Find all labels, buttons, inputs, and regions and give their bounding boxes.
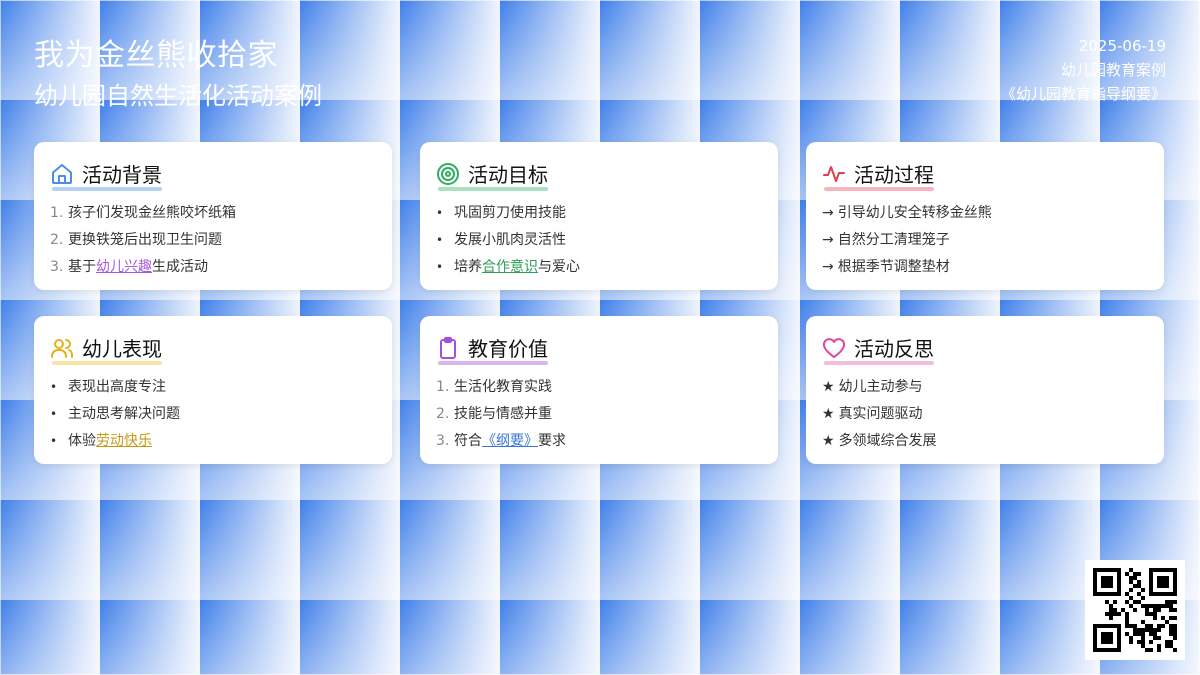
card-background: 活动背景 1. 孩子们发现金丝熊咬坏纸箱 2. 更换铁笼后出现卫生问题 3. 基于 幼儿… <box>34 142 392 290</box>
card-header: 活动背景 <box>50 159 376 191</box>
list-item: • 主动思考解决问题 <box>50 401 376 428</box>
card-title: 活动背景 <box>52 159 162 191</box>
card-title: 活动目标 <box>438 159 548 191</box>
card-title: 活动过程 <box>824 159 934 191</box>
list-item: • 表现出高度专注 <box>50 374 376 401</box>
item-text: 真实问题驱动 <box>838 406 923 422</box>
card-goals: 活动目标 • 巩固剪刀使用技能 • 发展小肌肉灵活性 • 培养 合作意识 与爱心 <box>420 142 778 290</box>
card-title: 教育价值 <box>438 333 548 365</box>
list-item: ★ 多领域综合发展 <box>822 428 1148 455</box>
target-icon <box>436 162 460 186</box>
header-meta: 2025-06-19 幼儿园教育案例 《幼儿园教育指导纲要》 <box>1001 34 1166 106</box>
card-list: 1. 孩子们发现金丝熊咬坏纸箱 2. 更换铁笼后出现卫生问题 3. 基于 幼儿兴趣 生成活… <box>50 200 376 281</box>
qr-code-image <box>1093 568 1177 652</box>
card-header: 幼儿表现 <box>50 333 376 365</box>
list-item: → 自然分工清理笼子 <box>822 227 1148 254</box>
card-list: • 巩固剪刀使用技能 • 发展小肌肉灵活性 • 培养 合作意识 与爱心 <box>436 200 762 281</box>
item-marker: 1. <box>50 205 64 221</box>
category-label: 幼儿园教育案例 <box>1060 61 1166 79</box>
list-item: 2. 更换铁笼后出现卫生问题 <box>50 227 376 254</box>
item-text: 发展小肌肉灵活性 <box>454 232 566 248</box>
item-marker: 3. <box>436 433 450 449</box>
list-item: • 培养 合作意识 与爱心 <box>436 254 762 281</box>
item-text: 多领域综合发展 <box>838 433 937 449</box>
item-marker: ★ <box>822 433 835 449</box>
item-marker: • <box>436 206 444 220</box>
item-text-after: 要求 <box>538 433 566 449</box>
card-header: 活动反思 <box>822 333 1148 365</box>
list-item: 1. 孩子们发现金丝熊咬坏纸箱 <box>50 200 376 227</box>
item-marker: ★ <box>822 406 835 422</box>
item-marker: • <box>50 434 58 448</box>
list-item: → 根据季节调整垫材 <box>822 254 1148 281</box>
item-text: 基于 <box>68 259 96 275</box>
item-marker: ★ <box>822 379 835 395</box>
card-title: 活动反思 <box>824 333 934 365</box>
item-text-after: 与爱心 <box>538 259 580 275</box>
card-header: 活动目标 <box>436 159 762 191</box>
page-subtitle: 幼儿园自然生活化活动案例 <box>34 82 322 110</box>
clipboard-icon <box>436 336 460 360</box>
item-text: 技能与情感并重 <box>454 406 552 422</box>
item-marker: → <box>822 205 834 221</box>
list-item: 1. 生活化教育实践 <box>436 374 762 401</box>
item-marker: → <box>822 232 834 248</box>
activity-icon <box>822 162 846 186</box>
list-item: ★ 幼儿主动参与 <box>822 374 1148 401</box>
item-marker: • <box>50 407 58 421</box>
item-text: 巩固剪刀使用技能 <box>454 205 566 221</box>
item-marker: 3. <box>50 259 64 275</box>
highlight-text: 合作意识 <box>482 259 538 275</box>
item-text: 培养 <box>454 259 482 275</box>
item-text: 生活化教育实践 <box>454 379 552 395</box>
item-text: 体验 <box>68 433 96 449</box>
card-list: 1. 生活化教育实践 2. 技能与情感并重 3. 符合 《纲要》 要求 <box>436 374 762 455</box>
card-list: → 引导幼儿安全转移金丝熊 → 自然分工清理笼子 → 根据季节调整垫材 <box>822 200 1148 281</box>
list-item: → 引导幼儿安全转移金丝熊 <box>822 200 1148 227</box>
item-text: 引导幼儿安全转移金丝熊 <box>837 205 992 221</box>
item-text: 幼儿主动参与 <box>838 379 923 395</box>
list-item: • 巩固剪刀使用技能 <box>436 200 762 227</box>
page-title: 我为金丝熊收拾家 <box>34 38 278 73</box>
date-label: 2025-06-19 <box>1078 37 1166 55</box>
card-process: 活动过程 → 引导幼儿安全转移金丝熊 → 自然分工清理笼子 → 根据季节调整垫材 <box>806 142 1164 290</box>
card-list: • 表现出高度专注 • 主动思考解决问题 • 体验 劳动快乐 <box>50 374 376 455</box>
highlight-text: 劳动快乐 <box>96 433 152 449</box>
item-text: 主动思考解决问题 <box>68 406 180 422</box>
item-text: 根据季节调整垫材 <box>837 259 950 275</box>
item-marker: 1. <box>436 379 450 395</box>
card-header: 活动过程 <box>822 159 1148 191</box>
item-marker: • <box>436 260 444 274</box>
list-item: 3. 符合 《纲要》 要求 <box>436 428 762 455</box>
item-marker: 2. <box>50 232 64 248</box>
item-marker: • <box>50 380 58 394</box>
list-item: • 体验 劳动快乐 <box>50 428 376 455</box>
card-value: 教育价值 1. 生活化教育实践 2. 技能与情感并重 3. 符合 《纲要》 要求 <box>420 316 778 464</box>
item-text: 自然分工清理笼子 <box>837 232 950 248</box>
list-item: 2. 技能与情感并重 <box>436 401 762 428</box>
qr-code[interactable] <box>1085 560 1185 660</box>
card-reflection: 活动反思 ★ 幼儿主动参与 ★ 真实问题驱动 ★ 多领域综合发展 <box>806 316 1164 464</box>
card-header: 教育价值 <box>436 333 762 365</box>
list-item: 3. 基于 幼儿兴趣 生成活动 <box>50 254 376 281</box>
item-text: 孩子们发现金丝熊咬坏纸箱 <box>68 205 236 221</box>
card-title: 幼儿表现 <box>52 333 162 365</box>
list-item: • 发展小肌肉灵活性 <box>436 227 762 254</box>
list-item: ★ 真实问题驱动 <box>822 401 1148 428</box>
reference-label: 《幼儿园教育指导纲要》 <box>1000 85 1166 103</box>
highlight-text: 《纲要》 <box>482 433 538 449</box>
item-text: 表现出高度专注 <box>68 379 166 395</box>
item-marker: • <box>436 233 444 247</box>
item-marker: → <box>822 259 834 275</box>
item-text-after: 生成活动 <box>152 259 208 275</box>
card-performance: 幼儿表现 • 表现出高度专注 • 主动思考解决问题 • 体验 劳动快乐 <box>34 316 392 464</box>
item-marker: 2. <box>436 406 450 422</box>
item-text: 更换铁笼后出现卫生问题 <box>68 232 222 248</box>
card-list: ★ 幼儿主动参与 ★ 真实问题驱动 ★ 多领域综合发展 <box>822 374 1148 455</box>
item-text: 符合 <box>454 433 482 449</box>
users-icon <box>50 336 74 360</box>
heart-icon <box>822 336 846 360</box>
home-icon <box>50 162 74 186</box>
highlight-text: 幼儿兴趣 <box>96 259 152 275</box>
